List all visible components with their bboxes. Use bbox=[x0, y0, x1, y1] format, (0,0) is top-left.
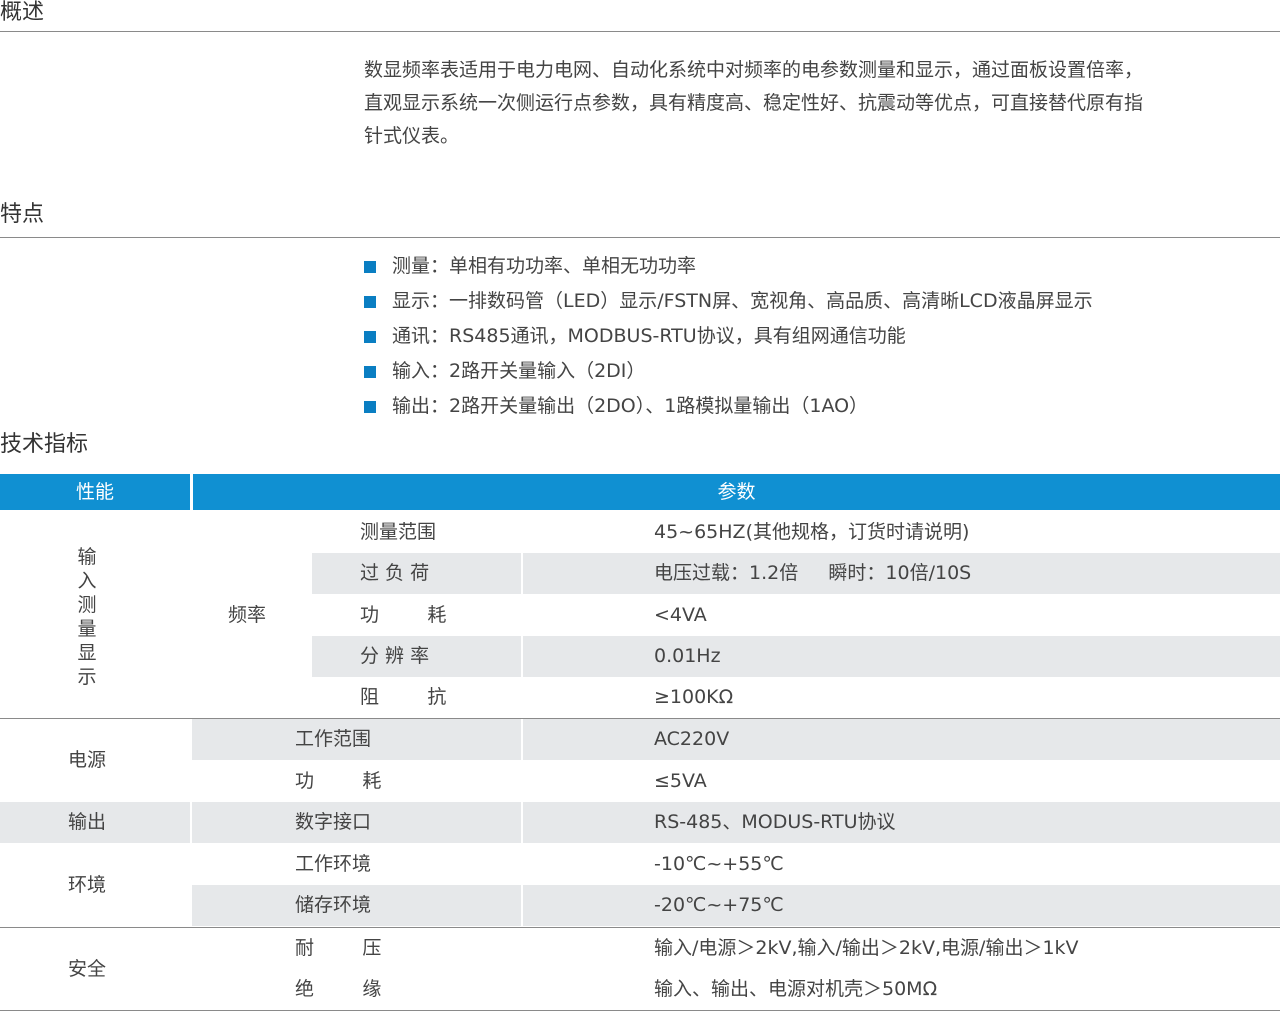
spec-name: 耐 压 bbox=[295, 937, 382, 959]
overview-title: 概述 bbox=[0, 0, 45, 25]
input-label-char: 量 bbox=[77, 618, 97, 640]
overview-line: 直观显示系统一次侧运行点参数，具有精度高、稳定性好、抗震动等优点，可直接替代原有… bbox=[364, 92, 1144, 114]
input-label-char: 显 bbox=[77, 642, 97, 664]
specs-title: 技术指标 bbox=[0, 432, 89, 457]
column-separator bbox=[190, 885, 192, 926]
spec-name: 测量范围 bbox=[360, 521, 437, 543]
spec-value: 输入、输出、电源对机壳＞50MΩ bbox=[654, 978, 938, 1000]
spec-name: 功 耗 bbox=[295, 770, 382, 792]
input-label-char: 输 bbox=[77, 546, 97, 568]
column-separator bbox=[521, 719, 523, 760]
square-bullet-icon bbox=[364, 331, 376, 343]
spec-value: ≤5VA bbox=[654, 770, 707, 792]
spec-name: 阻 抗 bbox=[360, 686, 447, 708]
input-label-char: 示 bbox=[77, 666, 97, 688]
spec-value: -10℃~+55℃ bbox=[654, 853, 784, 875]
column-separator bbox=[521, 802, 523, 843]
column-separator bbox=[190, 802, 192, 843]
features-divider bbox=[0, 237, 1280, 238]
column-separator bbox=[190, 719, 192, 760]
feature-text: 输出：2路开关量输出（2DO）、1路模拟量输出（1AO） bbox=[392, 395, 869, 417]
input-label-char: 入 bbox=[77, 570, 97, 592]
spec-name: 过 负 荷 bbox=[360, 562, 430, 584]
feature-text: 输入：2路开关量输入（2DI） bbox=[392, 360, 646, 382]
spec-value: 电压过载：1.2倍 瞬时：10倍/10S bbox=[654, 562, 972, 584]
feature-text: 测量：单相有功功率、单相无功功率 bbox=[392, 255, 697, 277]
overview-text: 数显频率表适用于电力电网、自动化系统中对频率的电参数测量和显示，通过面板设置倍率… bbox=[364, 54, 1280, 153]
feature-item: 测量：单相有功功率、单相无功功率 bbox=[364, 249, 1093, 284]
spec-name: 数字接口 bbox=[295, 811, 372, 833]
overview-line: 针式仪表。 bbox=[364, 125, 460, 147]
square-bullet-icon bbox=[364, 401, 376, 413]
features-list: 测量：单相有功功率、单相无功功率 显示：一排数码管（LED）显示/FSTN屏、宽… bbox=[364, 249, 1093, 424]
input-label-char: 测 bbox=[77, 594, 97, 616]
spec-value: ≥100KΩ bbox=[654, 686, 734, 708]
spec-name: 储存环境 bbox=[295, 894, 372, 916]
spec-name: 分 辨 率 bbox=[360, 645, 430, 667]
column-separator bbox=[521, 885, 523, 926]
feature-text: 通讯：RS485通讯，MODBUS-RTU协议，具有组网通信功能 bbox=[392, 325, 906, 347]
table-bottom-border bbox=[0, 1010, 1280, 1011]
overview-line: 数显频率表适用于电力电网、自动化系统中对频率的电参数测量和显示，通过面板设置倍率… bbox=[364, 59, 1144, 81]
spec-name: 工作范围 bbox=[295, 728, 372, 750]
spec-name: 工作环境 bbox=[295, 853, 372, 875]
spec-value: AC220V bbox=[654, 728, 730, 750]
spec-name: 功 耗 bbox=[360, 604, 447, 626]
feature-item: 输出：2路开关量输出（2DO）、1路模拟量输出（1AO） bbox=[364, 389, 1093, 424]
spec-value: -20℃~+75℃ bbox=[654, 894, 784, 916]
square-bullet-icon bbox=[364, 261, 376, 273]
spec-value: RS-485、MODUS-RTU协议 bbox=[654, 811, 896, 833]
features-title: 特点 bbox=[0, 202, 45, 227]
column-separator bbox=[521, 553, 523, 594]
feature-item: 通讯：RS485通讯，MODBUS-RTU协议，具有组网通信功能 bbox=[364, 319, 1093, 354]
row-band bbox=[312, 636, 1280, 677]
header-parameters: 参数 bbox=[193, 474, 1280, 510]
spec-value: 0.01Hz bbox=[654, 645, 721, 667]
square-bullet-icon bbox=[364, 296, 376, 308]
frequency-label: 频率 bbox=[227, 604, 266, 626]
header-performance: 性能 bbox=[0, 474, 190, 510]
feature-item: 输入：2路开关量输入（2DI） bbox=[364, 354, 1093, 389]
square-bullet-icon bbox=[364, 366, 376, 378]
output-label: 输出 bbox=[67, 811, 106, 833]
column-separator bbox=[521, 636, 523, 677]
spec-value: 输入/电源＞2kV,输入/输出＞2kV,电源/输出＞1kV bbox=[654, 937, 1079, 959]
group-divider bbox=[0, 718, 1280, 719]
row-band bbox=[0, 802, 1280, 843]
spec-value: <4VA bbox=[654, 604, 707, 626]
environment-label: 环境 bbox=[67, 874, 106, 896]
overview-divider bbox=[0, 31, 1280, 32]
feature-item: 显示：一排数码管（LED）显示/FSTN屏、宽视角、高品质、高清晰LCD液晶屏显… bbox=[364, 284, 1093, 319]
safety-label: 安全 bbox=[67, 958, 106, 980]
spec-name: 绝 缘 bbox=[295, 978, 382, 1000]
feature-text: 显示：一排数码管（LED）显示/FSTN屏、宽视角、高品质、高清晰LCD液晶屏显… bbox=[392, 290, 1093, 312]
group-divider bbox=[0, 927, 1280, 928]
input-measure-label: 输 入 测 量 显 示 bbox=[0, 545, 174, 689]
spec-value: 45~65HZ(其他规格，订货时请说明) bbox=[654, 521, 970, 543]
power-label: 电源 bbox=[67, 749, 106, 771]
